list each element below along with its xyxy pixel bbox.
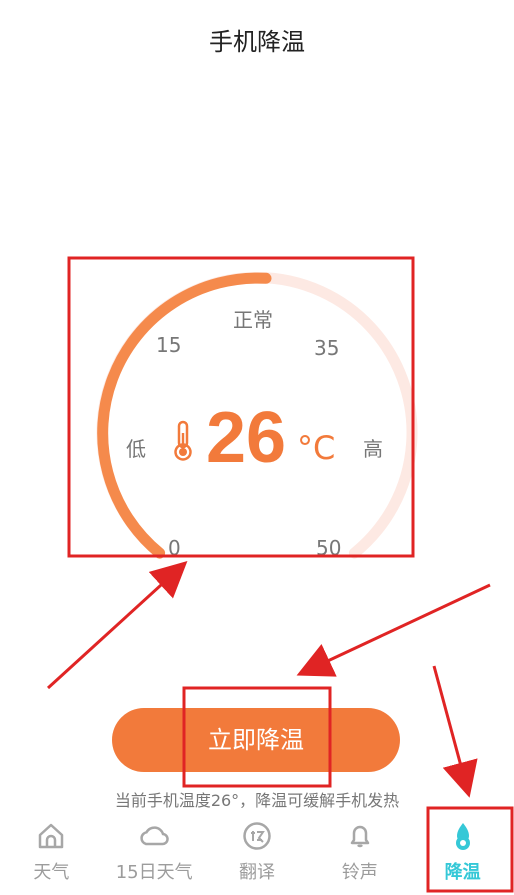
temperature-unit: °C [297,429,336,467]
tick-0: 0 [168,536,181,560]
tab-cooling-label: 降温 [444,862,481,883]
translate-icon [243,822,271,850]
low-label: 低 [126,437,146,461]
tab-cooling[interactable]: 降温 [411,810,514,895]
cloud-icon [140,826,169,846]
tab-translate-label: 翻译 [238,862,275,883]
tab-weather[interactable]: 天气 [0,810,103,895]
tick-15: 15 [156,333,182,357]
tab-translate[interactable]: 翻译 [206,810,309,895]
temperature-note: 当前手机温度26°，降温可缓解手机发热 [114,791,400,810]
home-icon [39,823,64,849]
cool-now-button[interactable]: 立即降温 [112,708,400,772]
temperature-value: 26 [206,398,287,478]
cool-drop-icon [455,823,470,850]
tick-35: 35 [314,336,340,360]
tab-ringtone-label: 铃声 [341,862,378,883]
high-label: 高 [363,437,383,461]
tab-weather-label: 天气 [33,862,70,883]
tab-ringtone[interactable]: 铃声 [308,810,411,895]
tab-15-day-weather-label: 15日天气 [115,862,193,883]
status-label: 正常 [233,308,273,332]
tick-50: 50 [316,536,342,560]
tab-15-day-weather[interactable]: 15日天气 [103,810,206,895]
thermometer-icon [174,420,192,461]
bottom-tab-bar: 天气 15日天气 翻译 铃声 降温 [0,810,514,895]
bell-icon [350,825,370,848]
